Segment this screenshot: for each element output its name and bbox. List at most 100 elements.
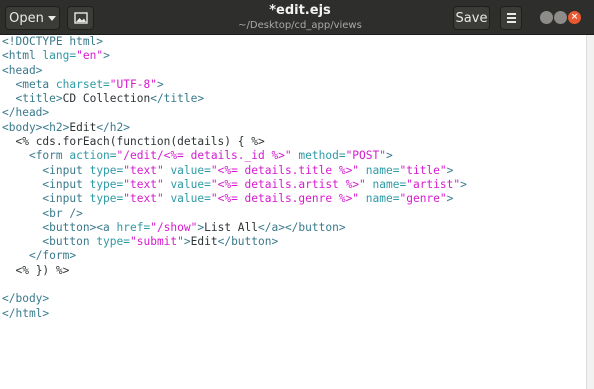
code-token: > [385,149,393,163]
code-token: "/show" [150,220,198,234]
code-token: type= [89,177,124,191]
code-token: name= [365,192,400,206]
code-editor[interactable]: <!DOCTYPE html> <html lang="en"> <head> <m… [0,35,586,389]
code-token: name= [365,163,400,177]
code-line: </form> [2,249,586,263]
code-line: </head> [2,106,586,120]
code-line: <meta charset="UTF-8"> [2,78,586,92]
code-token: <input [42,192,90,206]
code-token: "POST" [345,149,386,163]
chevron-down-icon [47,16,56,21]
code-token: > [460,177,467,191]
code-token: </h2> [96,120,130,134]
code-line: </body> [2,292,586,306]
save-button[interactable]: Save [453,6,490,30]
hamburger-menu-icon [506,13,516,15]
code-token: <title> [15,92,63,106]
code-token: "genre" [399,192,447,206]
code-token: value= [170,192,211,206]
code-token: "text" [123,177,164,191]
code-token: value= [170,177,211,191]
code-token: > [183,235,191,249]
code-line: <title>CD Collection</title> [2,92,586,106]
code-token: "<%= details.genre %>" [210,192,360,206]
code-token: value= [170,163,211,177]
code-token: > [156,77,164,91]
code-token: "text" [123,163,164,177]
code-token: Edit [69,120,97,134]
code-line: <input type="text" value="<%= details.ti… [2,164,586,178]
code-token: <input [42,177,90,191]
code-token: method= [298,149,346,163]
code-token: </form> [28,249,77,263]
window-title-area: *edit.ejs ~/Desktop/cd_app/views [200,3,400,32]
code-token: "<%= details.title %>" [210,163,360,177]
code-token: > [103,49,110,63]
code-token: <!DOCTYPE html> [2,35,104,48]
code-token: "text" [123,192,164,206]
code-line: <% cds.forEach(function(details) { %> [2,135,586,149]
code-token: </head> [2,106,50,120]
insert-image-button[interactable] [67,6,94,30]
code-token: Edit [190,235,218,249]
code-token: <% cds.forEach(function(details) { %> [15,135,265,149]
code-token: <input [42,163,90,177]
code-line: <button type="submit">Edit</button> [2,235,586,249]
code-token: <head> [2,63,43,77]
hamburger-menu-button[interactable] [500,6,522,30]
window-title: *edit.ejs [269,3,331,18]
code-line: <% }) %> [2,264,586,278]
code-token: lang= [42,49,77,63]
code-line: <input type="text" value="<%= details.ar… [2,178,586,192]
code-token: "<%= details.artist %>" [210,177,366,191]
code-token: List All [204,220,258,234]
code-token: </a></button> [258,220,346,234]
code-token: "submit" [130,235,184,249]
code-token: </title> [150,92,205,106]
code-token: <body><h2> [2,120,70,134]
code-token: </body> [2,292,50,306]
code-token: "en" [76,49,104,63]
open-button-label: Open [9,10,44,26]
maximize-icon[interactable] [554,11,567,24]
code-token: <br /> [42,206,83,220]
code-line: <input type="text" value="<%= details.ge… [2,192,586,206]
code-line: <form action="/edit/<%= details._id %>" … [2,149,586,163]
code-token: <html [2,49,43,63]
code-token: type= [89,163,124,177]
vertical-scrollbar[interactable] [586,35,594,389]
close-icon[interactable]: × [568,11,581,24]
open-button[interactable]: Open [5,6,60,30]
code-line: <head> [2,64,586,78]
code-token: </button> [217,235,279,249]
code-token: charset= [55,77,110,91]
code-token: <meta [15,77,56,91]
code-line: <br /> [2,207,586,221]
window-subtitle: ~/Desktop/cd_app/views [238,20,362,31]
code-token: "title" [399,163,447,177]
code-token: <button><a [42,220,117,234]
code-token: <button [42,235,97,249]
code-token: action= [69,149,117,163]
code-token: > [446,192,454,206]
code-token: href= [116,220,151,234]
code-token: "/edit/<%= details._id %>" [116,149,292,163]
code-token: </html> [2,306,50,320]
minimize-icon[interactable] [540,11,553,24]
code-token: name= [372,177,407,191]
code-line: <html lang="en"> [2,49,586,63]
code-token: type= [96,235,130,249]
